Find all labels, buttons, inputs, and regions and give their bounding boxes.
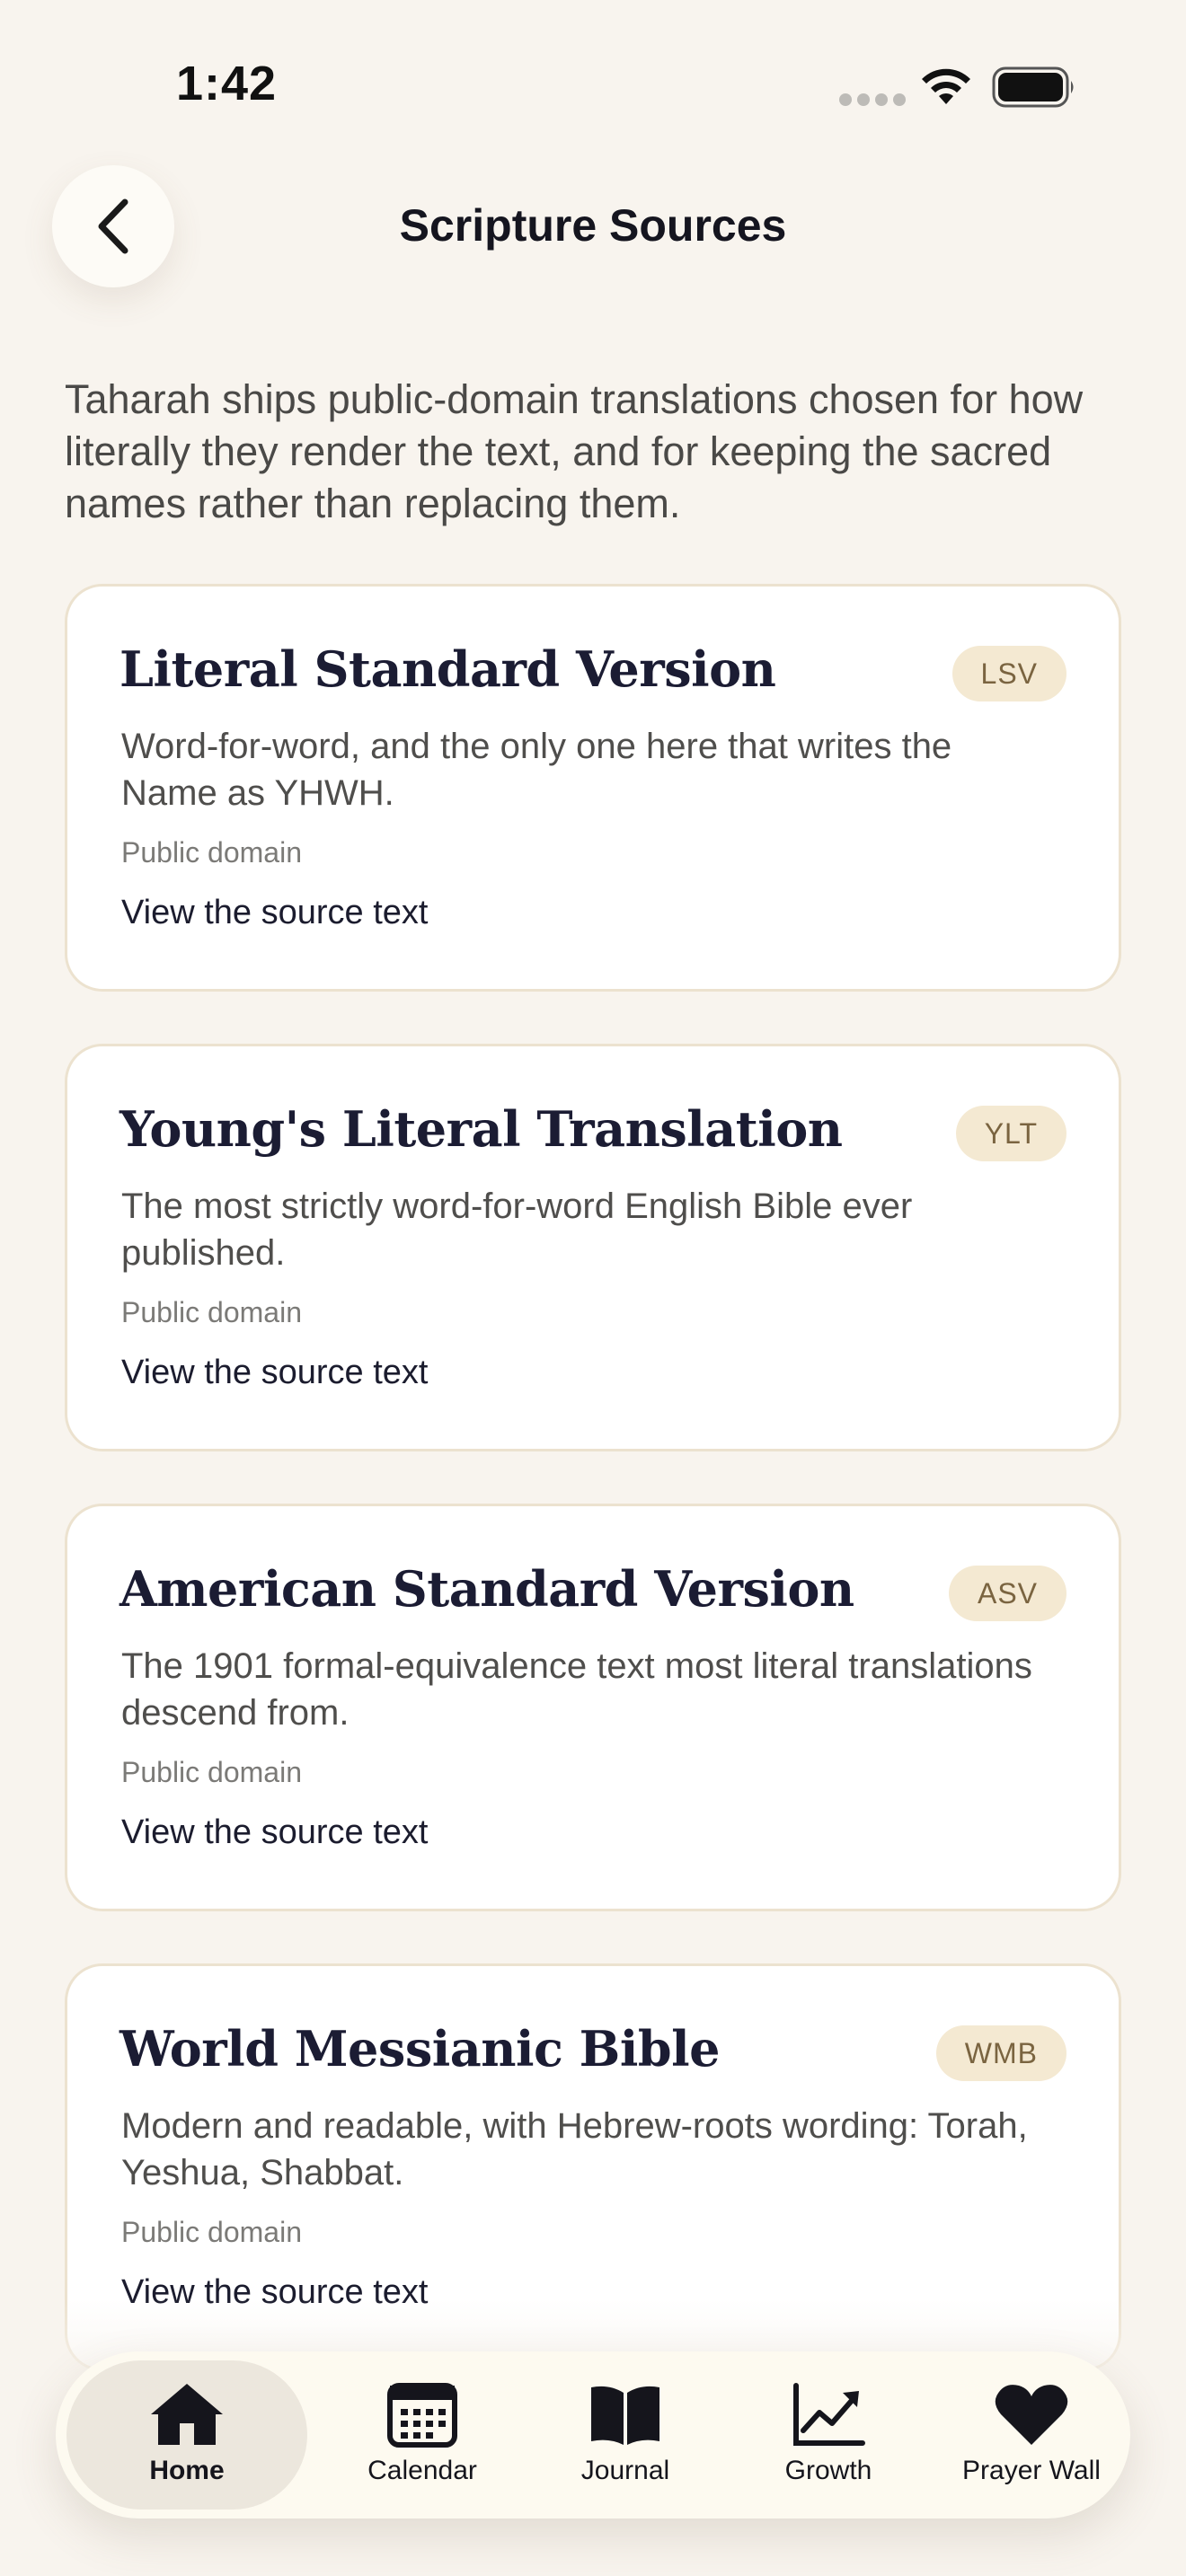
view-source-link[interactable]: View the source text <box>121 1813 428 1852</box>
source-title: Young's Literal Translation <box>119 1100 843 1158</box>
source-badge: YLT <box>955 1106 1067 1161</box>
source-card-ylt: Young's Literal Translation YLT The most… <box>65 1044 1121 1451</box>
status-time: 1:42 <box>176 57 278 110</box>
cellular-signal-icon <box>839 93 906 106</box>
tab-label: Prayer Wall <box>962 2456 1101 2485</box>
source-badge: LSV <box>951 646 1067 701</box>
source-license: Public domain <box>121 1756 302 1788</box>
battery-icon <box>992 66 1074 108</box>
tab-prayer-wall[interactable]: Prayer Wall <box>934 2360 1128 2510</box>
source-card-asv: American Standard Version ASV The 1901 f… <box>65 1504 1121 1911</box>
book-icon <box>591 2386 659 2445</box>
tab-journal[interactable]: Journal <box>528 2360 722 2510</box>
source-license: Public domain <box>121 836 302 869</box>
status-bar: 1:42 <box>0 0 1186 171</box>
tab-label: Journal <box>580 2456 670 2485</box>
source-description: Modern and readable, with Hebrew-roots w… <box>121 2106 1028 2192</box>
intro-text: Taharah ships public-domain translations… <box>65 376 1084 526</box>
source-description: The most strictly word-for-word English … <box>121 1187 913 1273</box>
tab-label: Calendar <box>367 2456 477 2485</box>
source-title: World Messianic Bible <box>119 2020 720 2078</box>
page-title: Scripture Sources <box>399 200 787 251</box>
view-source-link[interactable]: View the source text <box>121 1354 428 1392</box>
tab-label: Growth <box>784 2456 872 2485</box>
view-source-link[interactable]: View the source text <box>121 894 428 932</box>
calendar-icon <box>387 2383 457 2448</box>
source-card-lsv: Literal Standard Version LSV Word-for-wo… <box>65 584 1121 992</box>
heart-icon <box>995 2385 1068 2445</box>
tab-calendar[interactable]: Calendar <box>325 2360 519 2510</box>
source-description: The 1901 formal-equivalence text most li… <box>121 1646 1032 1733</box>
home-icon <box>151 2384 223 2445</box>
wifi-icon <box>922 68 970 104</box>
source-license: Public domain <box>121 2216 302 2248</box>
tab-bar: Home Calendar Journal Growth Prayer Wall <box>56 2351 1130 2519</box>
tab-label: Home <box>149 2456 225 2485</box>
tab-home[interactable]: Home <box>66 2360 307 2510</box>
source-description: Word-for-word, and the only one here tha… <box>121 727 952 813</box>
source-badge: WMB <box>935 2025 1067 2081</box>
source-title: Literal Standard Version <box>119 640 776 698</box>
tab-growth[interactable]: Growth <box>731 2360 925 2510</box>
chart-line-icon <box>793 2383 865 2446</box>
source-badge: ASV <box>948 1566 1067 1621</box>
source-title: American Standard Version <box>119 1560 854 1618</box>
source-license: Public domain <box>121 1296 302 1328</box>
